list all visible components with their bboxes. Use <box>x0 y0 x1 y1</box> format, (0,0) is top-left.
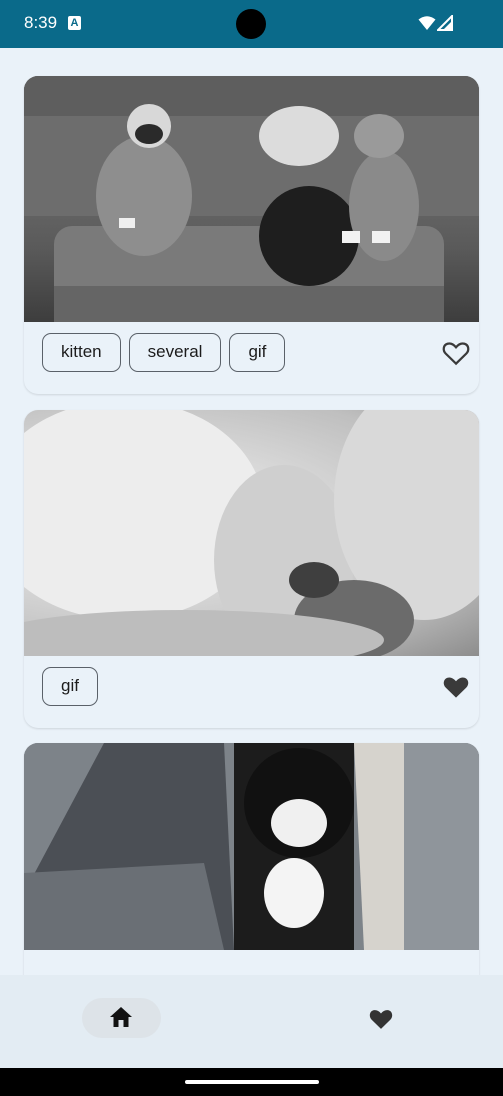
gesture-bar <box>0 1068 503 1096</box>
cat-card: kitten several gif <box>24 76 479 394</box>
cat-feed[interactable]: kitten several gif gif <box>0 48 503 975</box>
wifi-icon <box>418 16 436 30</box>
a-notification-icon: A <box>68 16 81 30</box>
app-screen: 8:39 A kitten several gif gif <box>0 0 503 1096</box>
bottom-navigation <box>0 975 503 1068</box>
home-icon <box>110 1007 132 1027</box>
heart-filled-icon[interactable] <box>441 672 471 702</box>
cell-signal-icon <box>437 15 453 31</box>
kittens-photo-art <box>24 76 479 322</box>
tag-chip[interactable]: gif <box>229 333 286 372</box>
heart-outline-icon[interactable] <box>441 338 471 368</box>
blurry-cat-closeup-photo[interactable] <box>24 410 479 656</box>
tuxedo-cat-on-lap-photo[interactable] <box>24 743 479 950</box>
cat-card <box>24 743 479 975</box>
cat-card: gif <box>24 410 479 728</box>
tag-chip[interactable]: kitten <box>42 333 121 372</box>
tag-chip[interactable]: several <box>128 333 222 372</box>
home-gesture-pill[interactable] <box>185 1080 319 1084</box>
heart-filled-icon[interactable] <box>368 1006 394 1030</box>
status-bar: 8:39 A <box>0 0 503 48</box>
kittens-on-sofa-photo[interactable] <box>24 76 479 322</box>
nav-home-button[interactable] <box>82 998 161 1038</box>
tuxedo-photo-art <box>24 743 479 950</box>
camera-cutout <box>236 9 266 39</box>
closeup-photo-art <box>24 410 479 656</box>
tag-chip[interactable]: gif <box>42 667 98 706</box>
tag-list: gif <box>42 667 98 706</box>
tag-list: kitten several gif <box>42 333 286 372</box>
status-time: 8:39 <box>24 13 58 32</box>
